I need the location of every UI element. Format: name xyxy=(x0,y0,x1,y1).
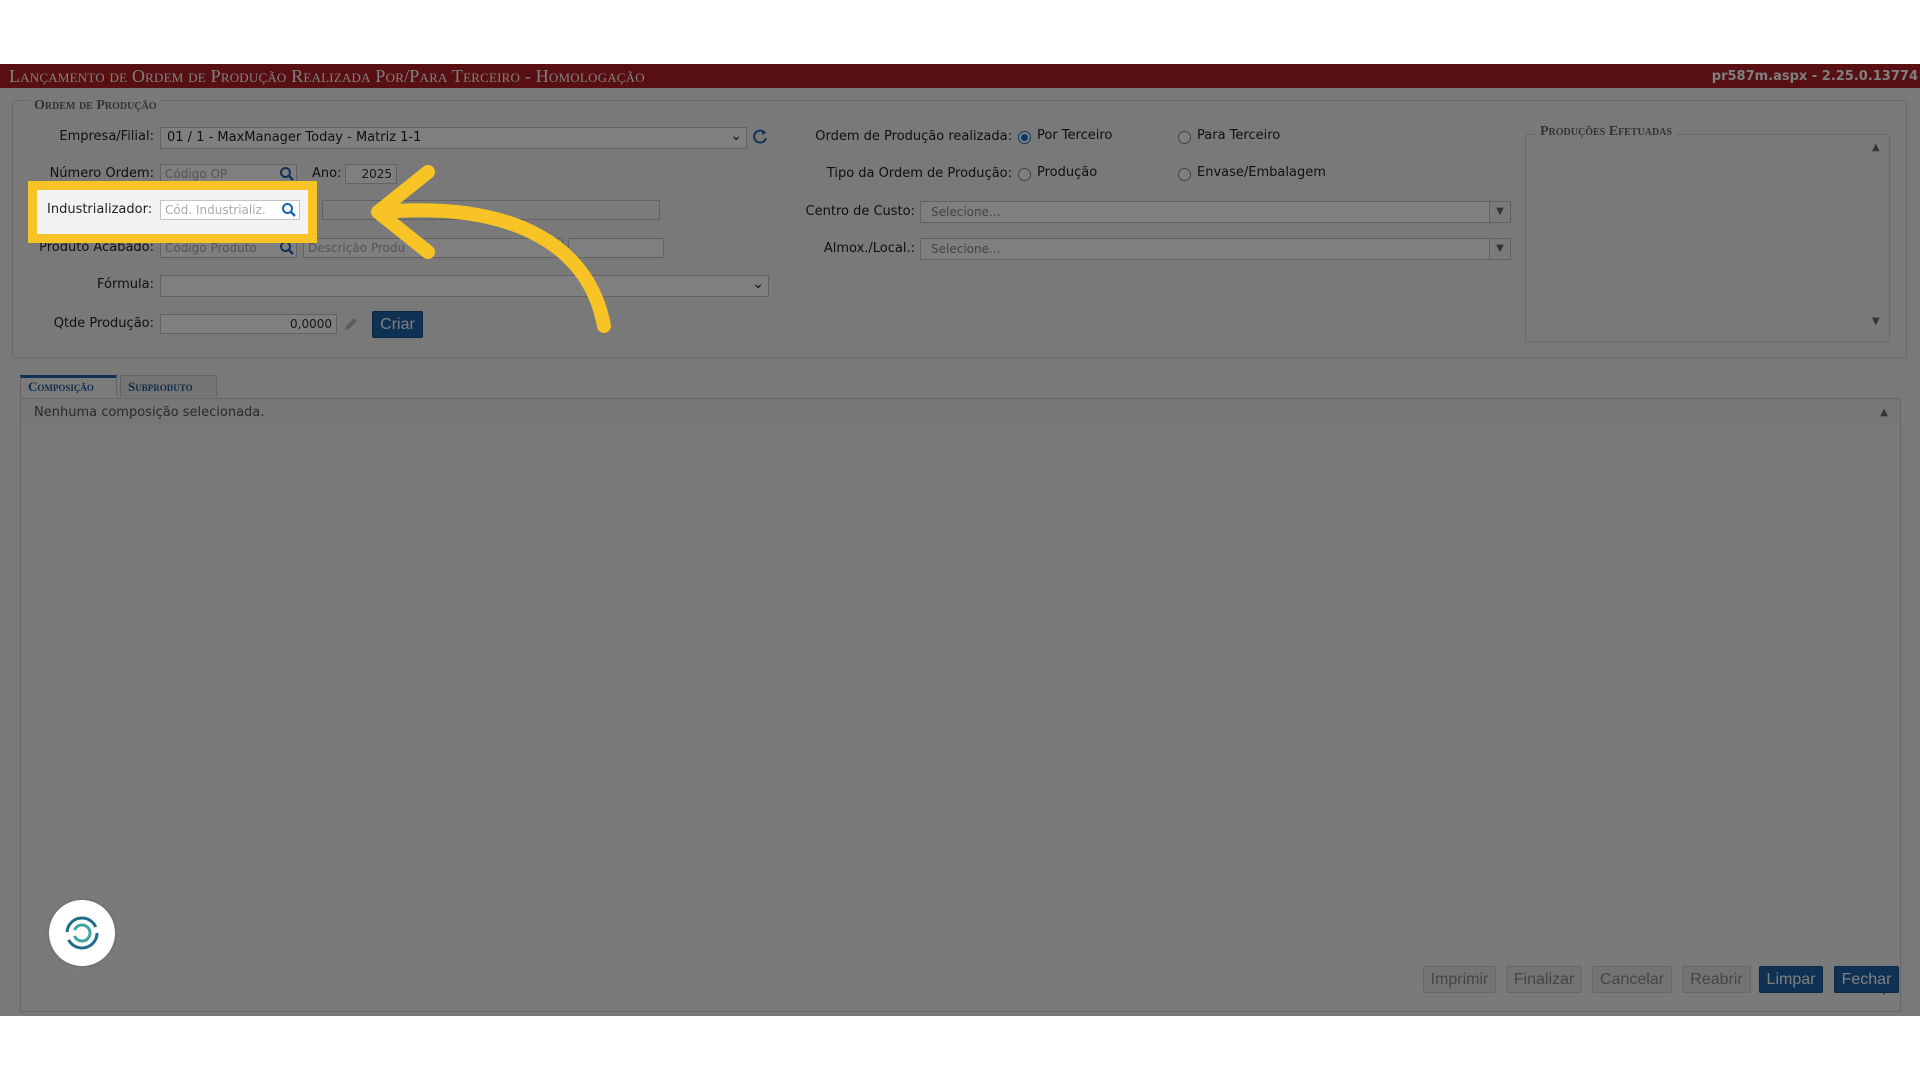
app-logo-icon xyxy=(65,916,99,950)
floating-assistant-button[interactable] xyxy=(49,900,115,966)
arrow-annotation-icon xyxy=(371,165,611,333)
